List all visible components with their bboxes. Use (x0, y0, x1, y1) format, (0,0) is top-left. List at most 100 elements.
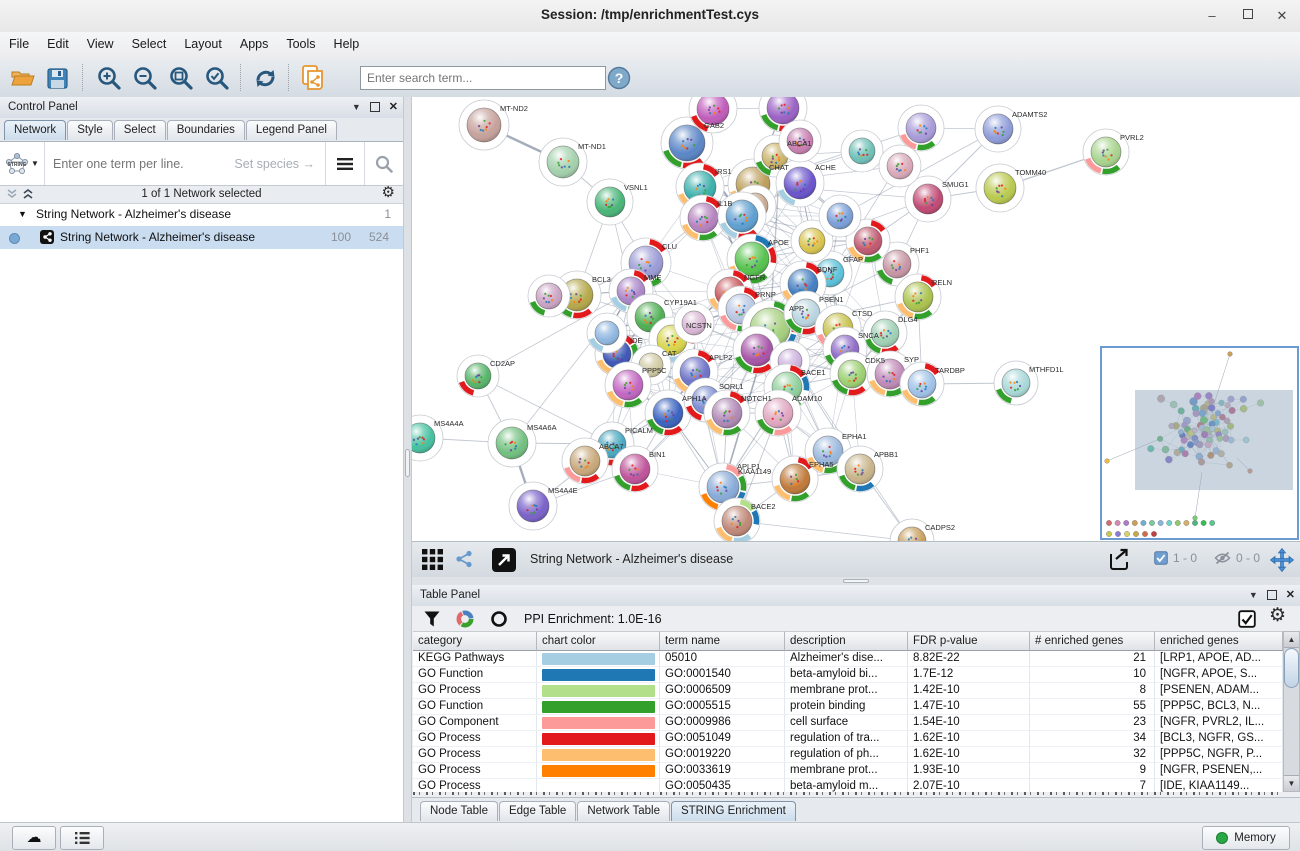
tab-legend-panel[interactable]: Legend Panel (246, 120, 337, 140)
cell-description: protein binding (785, 699, 908, 715)
tree-expand-caret-icon[interactable]: ▼ (18, 209, 27, 219)
table-row[interactable]: GO FunctionGO:0005515protein binding1.47… (413, 699, 1283, 715)
export-network-button[interactable] (1107, 547, 1132, 572)
enrichment-table-header[interactable]: categorychart colorterm namedescriptionF… (413, 631, 1283, 651)
network-collection-row[interactable]: ▼ String Network - Alzheimer's disease 1 (0, 204, 403, 226)
draw-charts-button[interactable] (456, 610, 474, 628)
table-row[interactable]: GO FunctionGO:0001540beta-amyloid bi...1… (413, 667, 1283, 683)
clone-network-button[interactable] (298, 63, 328, 93)
zoom-fit-button[interactable] (166, 63, 196, 93)
cloud-tasks-button[interactable]: ☁ (12, 826, 56, 850)
svg-text:CD2AP: CD2AP (490, 359, 515, 368)
save-session-button[interactable] (42, 63, 72, 93)
menu-layout[interactable]: Layout (175, 32, 231, 57)
column-header-enriched-genes[interactable]: enriched genes (1155, 631, 1283, 651)
reset-charts-button[interactable] (490, 610, 508, 628)
tab-select[interactable]: Select (114, 120, 166, 140)
table-row[interactable]: GO ProcessGO:0033619membrane prot...1.93… (413, 763, 1283, 779)
column-header--enriched-genes[interactable]: # enriched genes (1030, 631, 1155, 651)
scrollbar-thumb[interactable] (1284, 648, 1299, 688)
help-button[interactable]: ? (604, 63, 634, 93)
menu-apps[interactable]: Apps (231, 32, 278, 57)
tab-string-enrichment[interactable]: STRING Enrichment (671, 801, 796, 821)
pan-tool-button[interactable] (1270, 548, 1294, 572)
panel-close-icon[interactable]: ✕ (389, 100, 398, 113)
chart-color-cell (537, 699, 660, 715)
task-history-button[interactable] (60, 826, 104, 850)
open-session-button[interactable] (8, 63, 38, 93)
scroll-up-button[interactable]: ▲ (1284, 632, 1299, 648)
splitter-grip[interactable] (843, 579, 869, 583)
settings-gear-icon[interactable]: ⚙ (1269, 609, 1286, 623)
tab-node-table[interactable]: Node Table (420, 801, 498, 821)
string-protein-query-dropdown[interactable]: STRING ▼ (0, 142, 45, 185)
menu-file[interactable]: File (0, 32, 38, 57)
table-row[interactable]: GO ProcessGO:0050435beta-amyloid m...2.0… (413, 779, 1283, 792)
string-term-input[interactable] (45, 142, 234, 185)
menu-edit[interactable]: Edit (38, 32, 78, 57)
svg-text:GFAP: GFAP (843, 255, 863, 264)
memory-button[interactable]: Memory (1202, 826, 1290, 850)
zoom-selected-button[interactable] (202, 63, 232, 93)
cell-term-name: GO:0050435 (660, 779, 785, 792)
network-row-selected[interactable]: String Network - Alzheimer's disease 100… (0, 226, 403, 249)
enrichment-table[interactable]: KEGG Pathways05010Alzheimer's dise...8.8… (413, 651, 1283, 792)
menu-help[interactable]: Help (325, 32, 369, 57)
open-folder-icon (11, 68, 35, 88)
tab-network[interactable]: Network (4, 120, 66, 140)
panel-close-icon[interactable]: ✕ (1286, 588, 1295, 601)
string-options-button[interactable] (325, 142, 364, 185)
filter-button[interactable] (424, 611, 440, 627)
birdseye-view[interactable] (1100, 346, 1299, 540)
panel-float-icon[interactable] (370, 102, 380, 112)
column-header-term-name[interactable]: term name (660, 631, 785, 651)
menu-view[interactable]: View (78, 32, 123, 57)
detach-view-button[interactable] (492, 548, 516, 572)
table-row[interactable]: GO ProcessGO:0006509membrane prot...1.42… (413, 683, 1283, 699)
horizontal-splitter[interactable] (412, 577, 1300, 585)
tab-network-table[interactable]: Network Table (577, 801, 670, 821)
svg-text:APH1A: APH1A (682, 394, 707, 403)
tab-edge-table[interactable]: Edge Table (499, 801, 576, 821)
checkbox-icon[interactable] (1154, 551, 1168, 565)
vertical-splitter[interactable] (403, 97, 412, 822)
global-search-input[interactable] (360, 66, 606, 90)
column-header-category[interactable]: category (413, 631, 537, 651)
scroll-down-button[interactable]: ▼ (1284, 775, 1299, 791)
table-row[interactable]: KEGG Pathways05010Alzheimer's dise...8.8… (413, 651, 1283, 667)
column-header-chart-color[interactable]: chart color (537, 631, 660, 651)
menu-bar: FileEditViewSelectLayoutAppsToolsHelp (0, 32, 1300, 59)
minimize-button[interactable]: – (1200, 6, 1224, 26)
panel-collapse-icon[interactable]: ▼ (352, 102, 361, 112)
checked-box-icon (1238, 610, 1256, 628)
eye-slash-icon[interactable] (1214, 551, 1231, 565)
refresh-button[interactable] (250, 63, 280, 93)
menu-tools[interactable]: Tools (277, 32, 324, 57)
select-columns-button[interactable] (1238, 610, 1256, 628)
svg-text:NGFR: NGFR (744, 273, 766, 282)
column-header-description[interactable]: description (785, 631, 908, 651)
splitter-grip[interactable] (405, 449, 410, 477)
network-badge-button[interactable] (454, 549, 474, 569)
string-search-button[interactable] (364, 142, 403, 185)
zoom-in-button[interactable] (94, 63, 124, 93)
table-row[interactable]: GO ProcessGO:0051049regulation of tra...… (413, 731, 1283, 747)
grid-view-button[interactable] (422, 549, 443, 570)
svg-text:IL1B: IL1B (717, 199, 732, 208)
table-row[interactable]: GO ProcessGO:0019220regulation of ph...1… (413, 747, 1283, 763)
panel-float-icon[interactable] (1267, 590, 1277, 600)
menu-select[interactable]: Select (123, 32, 176, 57)
panel-collapse-icon[interactable]: ▼ (1249, 590, 1258, 600)
tab-boundaries[interactable]: Boundaries (167, 120, 245, 140)
column-header-FDR-p-value[interactable]: FDR p-value (908, 631, 1030, 651)
set-species-hint[interactable]: Set species → (234, 142, 325, 185)
network-canvas[interactable]: MT-ND2MT-ND1VSNL1GAB2ADAMTS2PVRL2TOMM40S… (412, 97, 1300, 541)
zoom-out-button[interactable] (130, 63, 160, 93)
close-button[interactable]: ✕ (1270, 6, 1294, 26)
tab-style[interactable]: Style (67, 120, 113, 140)
table-vertical-scrollbar[interactable]: ▲ ▼ (1283, 631, 1300, 792)
table-row[interactable]: GO ComponentGO:0009986cell surface1.54E-… (413, 715, 1283, 731)
svg-text:PPP5C: PPP5C (642, 366, 667, 375)
network-options-gear-icon[interactable]: ⚙ (382, 186, 395, 200)
maximize-button[interactable] (1236, 6, 1260, 26)
